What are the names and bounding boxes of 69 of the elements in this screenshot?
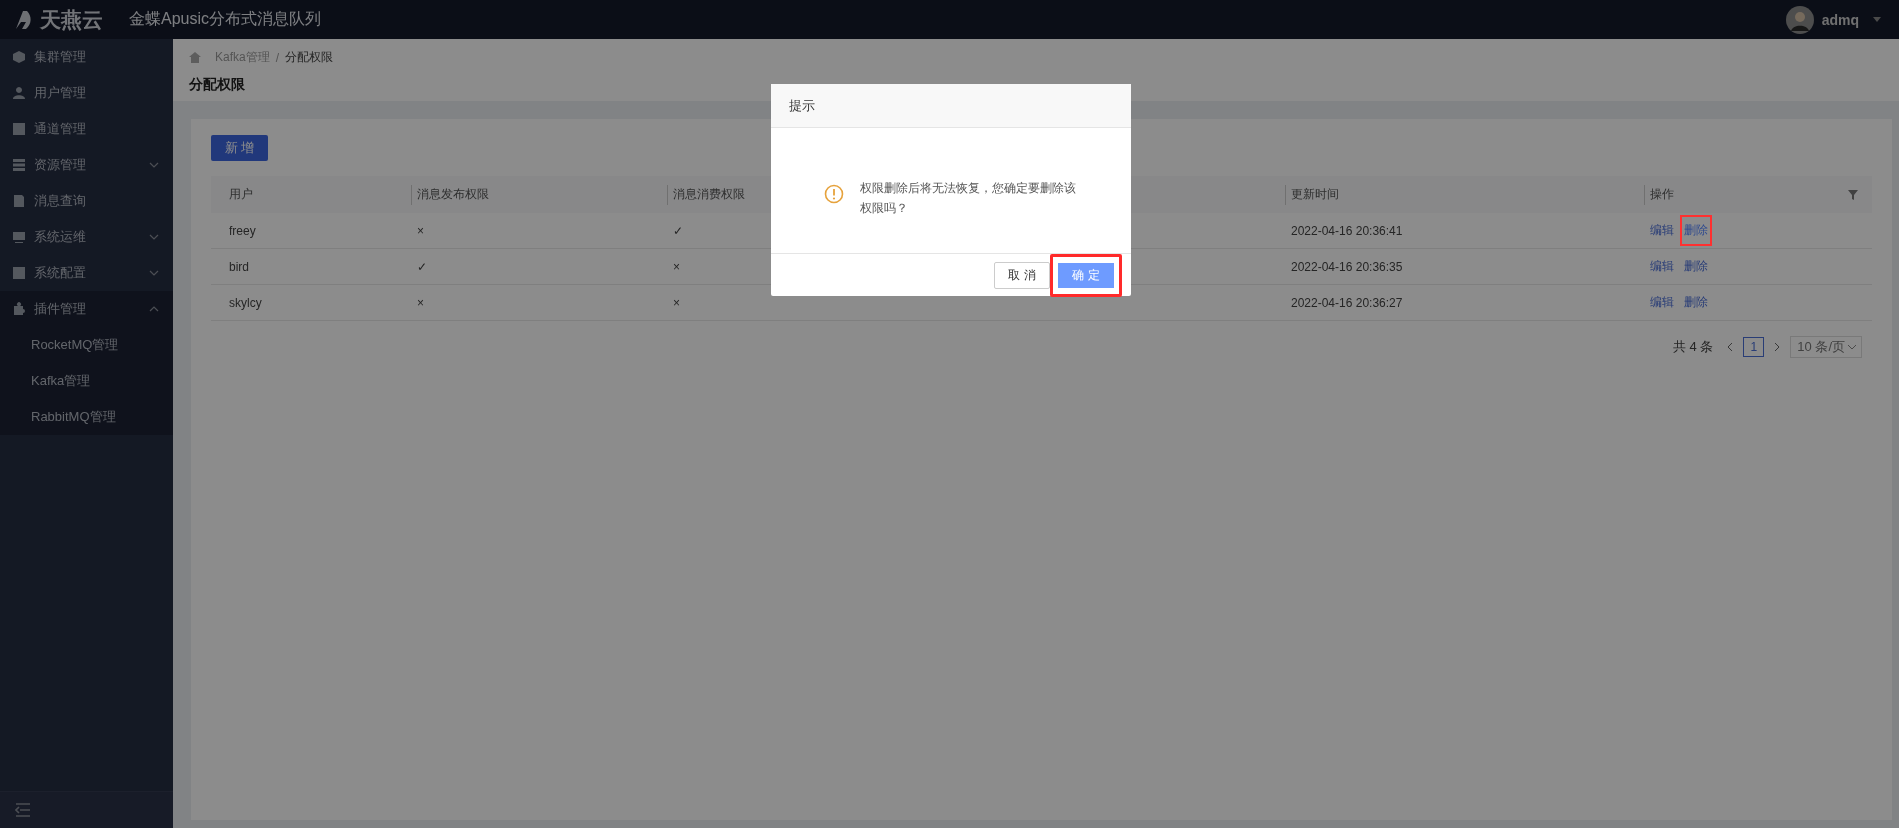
page-title: 分配权限 (189, 76, 246, 94)
table-cell: ✓ (417, 259, 427, 274)
page-size-select[interactable]: 10 条/页 (1790, 336, 1862, 358)
avatar-icon[interactable] (1785, 5, 1814, 34)
menu-icon (12, 266, 26, 280)
chevron-icon (149, 306, 159, 312)
submenu-item[interactable]: RocketMQ管理 (0, 327, 173, 363)
menu-item[interactable]: 系统配置 (0, 255, 173, 291)
menu-item[interactable]: 用户管理 (0, 75, 173, 111)
breadcrumb-item: 分配权限 (285, 49, 334, 66)
app-title: 金蝶Apusic分布式消息队列 (129, 9, 322, 29)
table-cell: × (417, 295, 424, 310)
action-link[interactable]: 删除 (1684, 259, 1708, 273)
warning-icon (824, 184, 844, 204)
submenu-item[interactable]: RabbitMQ管理 (0, 399, 173, 435)
action-link[interactable]: 删除 (1680, 215, 1712, 246)
table-cell: × (673, 295, 680, 310)
caret-icon[interactable] (1873, 17, 1881, 22)
table-cell: × (673, 259, 680, 274)
table-cell: ✓ (673, 223, 683, 238)
table-cell: 2022-04-16 20:36:41 (1291, 223, 1403, 238)
caret-icon[interactable] (1847, 344, 1857, 350)
menu-item[interactable]: 集群管理 (0, 39, 173, 75)
table-cell: freey (229, 223, 256, 238)
action-link[interactable]: 编辑 (1650, 295, 1674, 309)
submenu-item[interactable]: Kafka管理 (0, 363, 173, 399)
column-header: 更新时间 (1291, 186, 1339, 203)
menu-icon (12, 122, 26, 136)
breadcrumb-separator: / (275, 50, 280, 65)
menu-icon (12, 302, 26, 316)
column-header: 用户 (229, 186, 253, 203)
add-button[interactable]: 新 增 (211, 135, 268, 161)
user-name[interactable]: admq (1821, 11, 1859, 28)
chevron-icon (149, 234, 159, 240)
filter-icon[interactable] (1848, 189, 1858, 200)
menu-icon (12, 194, 26, 208)
table-cell: × (417, 223, 424, 238)
menu-item[interactable]: 系统运维 (0, 219, 173, 255)
menu-item[interactable]: 资源管理 (0, 147, 173, 183)
confirm-button[interactable]: 确 定 (1050, 253, 1122, 297)
action-link[interactable]: 编辑 (1650, 259, 1674, 273)
prev-page-icon[interactable] (1727, 342, 1734, 352)
column-header: 操作 (1650, 186, 1674, 203)
collapse-icon[interactable] (15, 803, 31, 817)
logo-text: 天燕云 (40, 6, 103, 33)
chevron-icon (149, 270, 159, 276)
dialog-title: 提示 (789, 96, 815, 115)
table-cell: bird (229, 259, 249, 274)
cancel-button[interactable]: 取 消 (994, 261, 1050, 289)
dialog-message: 权限删除后将无法恢复，您确定要删除该权限吗？ (860, 180, 1077, 217)
column-header: 消息发布权限 (417, 186, 489, 203)
table-cell: 2022-04-16 20:36:27 (1291, 295, 1403, 310)
menu-icon (12, 158, 26, 172)
menu-item[interactable]: 通道管理 (0, 111, 173, 147)
next-page-icon[interactable] (1774, 342, 1781, 352)
menu-item[interactable]: 消息查询 (0, 183, 173, 219)
total-count: 共 4 条 (1672, 338, 1714, 356)
column-header: 消息消费权限 (673, 186, 745, 203)
page-button[interactable]: 1 (1743, 337, 1765, 357)
menu-item[interactable]: 插件管理 (0, 291, 173, 327)
menu-icon (12, 86, 26, 100)
table-cell: 2022-04-16 20:36:35 (1291, 259, 1403, 274)
menu-icon (12, 230, 26, 244)
action-link[interactable]: 删除 (1684, 295, 1708, 309)
menu-icon (12, 50, 26, 64)
home-icon[interactable] (189, 52, 201, 63)
chevron-icon (149, 162, 159, 168)
table-cell: skylcy (229, 295, 262, 310)
action-link[interactable]: 编辑 (1650, 223, 1674, 237)
